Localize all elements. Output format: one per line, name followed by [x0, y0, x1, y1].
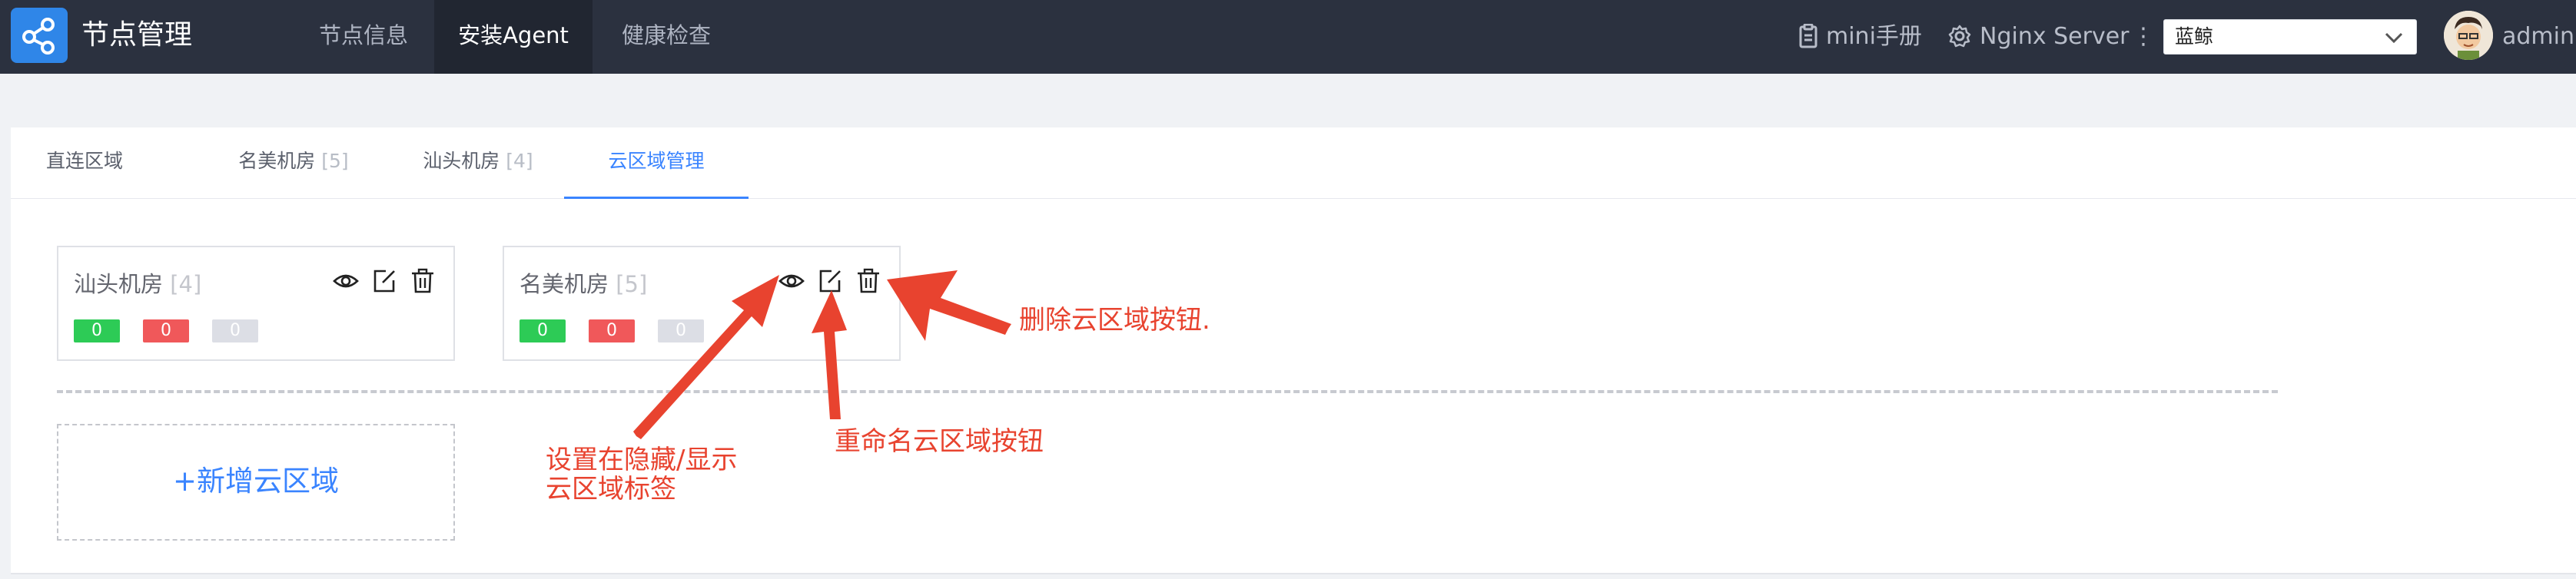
tab-mingmei[interactable]: 名美机房 [5] [217, 127, 370, 197]
nav-node-info[interactable]: 节点信息 [298, 0, 429, 74]
manual-icon [1799, 23, 1817, 48]
abnormal-count-badge[interactable]: 0 [589, 319, 635, 342]
normal-count-badge[interactable]: 0 [520, 319, 566, 342]
normal-count-badge[interactable]: 0 [74, 319, 120, 342]
edit-icon[interactable] [370, 267, 398, 295]
region-name: 名美机房 [5] [520, 269, 647, 299]
manual-label: mini手册 [1826, 23, 1922, 50]
trash-icon[interactable] [409, 267, 437, 295]
business-select-value: 蓝鲸 [2175, 25, 2214, 48]
annotation-visibility-line1: 设置在隐藏/显示 [546, 445, 738, 475]
tab-count: [4] [506, 150, 533, 172]
abnormal-count-badge[interactable]: 0 [143, 319, 189, 342]
region-count: [5] [616, 271, 648, 297]
region-card-mingmei: 名美机房 [5] 0 0 0 [503, 246, 901, 361]
tab-label: 名美机房 [238, 150, 316, 172]
add-cloud-region-button[interactable]: +新增云区域 [57, 424, 455, 541]
nav-health-check[interactable]: 健康检查 [601, 0, 732, 74]
region-name-text: 名美机房 [520, 271, 609, 297]
eye-icon[interactable] [778, 267, 805, 295]
tab-label: 云区域管理 [608, 150, 705, 172]
business-select[interactable]: 蓝鲸 [2163, 19, 2417, 55]
region-tabs: 直连区域 名美机房 [5] 汕头机房 [4] 云区域管理 [11, 127, 2576, 199]
app-title: 节点管理 [81, 19, 193, 51]
region-count: [4] [170, 271, 202, 297]
chevron-down-icon [2385, 32, 2403, 44]
top-navigation-bar: 节点管理 节点信息 安装Agent 健康检查 mini手册 Nginx Serv… [0, 0, 2576, 74]
manual-link[interactable]: mini手册 [1798, 22, 1922, 52]
tab-count: [5] [321, 150, 349, 172]
region-card-shantou: 汕头机房 [4] 0 0 0 [57, 246, 455, 361]
tab-label: 直连区域 [45, 150, 123, 172]
eye-icon[interactable] [332, 267, 360, 295]
annotation-visibility-line2: 云区域标签 [546, 474, 676, 505]
cloud-region-panel: 直连区域 名美机房 [5] 汕头机房 [4] 云区域管理 汕头机房 [4] 0 … [11, 127, 2576, 574]
nav-install-agent[interactable]: 安装Agent [434, 0, 593, 74]
unknown-count-badge[interactable]: 0 [212, 319, 258, 342]
node-logo-icon[interactable] [11, 8, 68, 63]
tab-label: 汕头机房 [423, 150, 500, 172]
unknown-count-badge[interactable]: 0 [658, 319, 704, 342]
avatar[interactable] [2444, 11, 2493, 60]
trash-icon[interactable] [855, 267, 882, 295]
annotation-delete: 删除云区域按钮. [1019, 305, 1210, 336]
region-name-text: 汕头机房 [74, 271, 164, 297]
edit-icon[interactable] [816, 267, 844, 295]
annotation-rename: 重命名云区域按钮 [835, 426, 1044, 457]
server-label: Nginx Server [1980, 23, 2130, 50]
gear-icon [1948, 25, 1971, 48]
more-menu-button[interactable]: ⋮ [2132, 22, 2155, 52]
server-link[interactable]: Nginx Server [1947, 22, 2130, 52]
region-name: 汕头机房 [4] [74, 269, 201, 299]
tab-shantou[interactable]: 汕头机房 [4] [401, 127, 555, 197]
user-name[interactable]: admin [2502, 22, 2574, 52]
tab-direct-region[interactable]: 直连区域 [35, 127, 134, 197]
tab-cloud-region-manage[interactable]: 云区域管理 [564, 127, 749, 199]
section-divider [57, 390, 2278, 393]
